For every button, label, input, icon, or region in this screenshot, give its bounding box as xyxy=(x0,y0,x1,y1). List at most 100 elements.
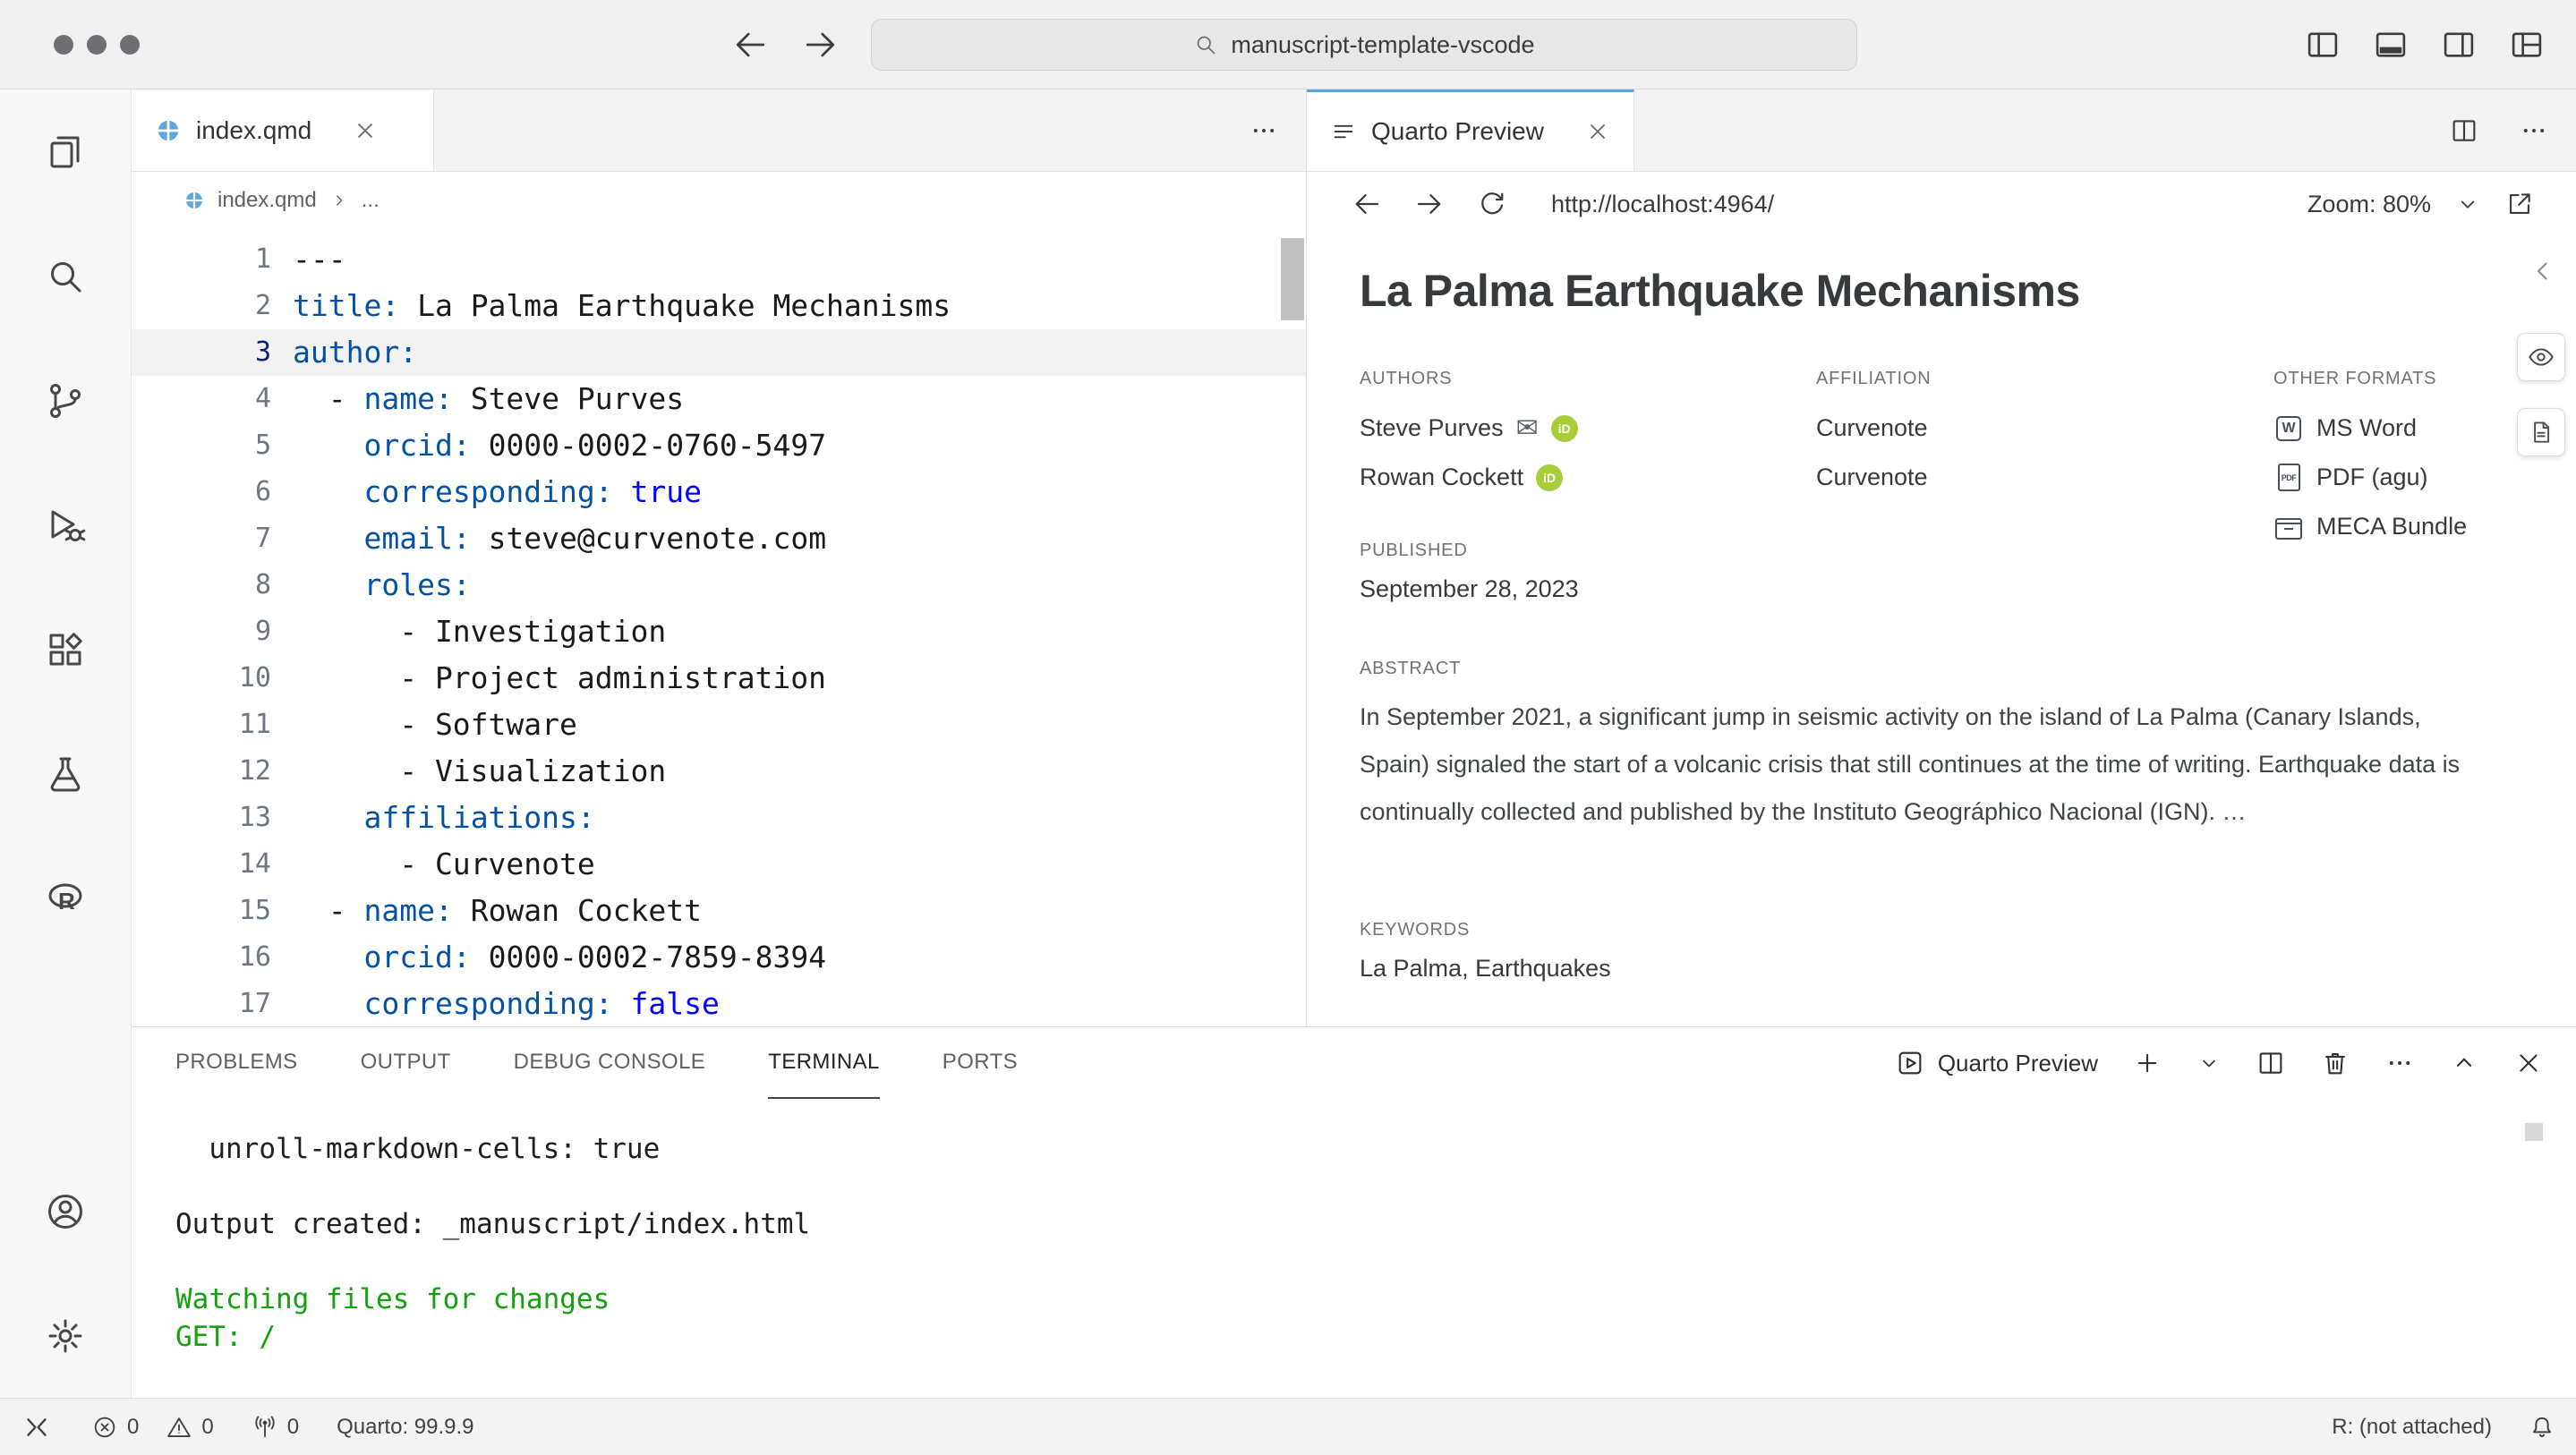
line-content: author: xyxy=(271,329,417,376)
toggle-panel-icon[interactable] xyxy=(2372,26,2410,64)
archive-icon xyxy=(2275,518,2302,540)
code-token: Steve Purves xyxy=(453,381,684,416)
more-actions-icon[interactable] xyxy=(1249,115,1279,146)
line-number: 12 xyxy=(132,748,271,795)
activity-r-language[interactable]: R xyxy=(0,836,131,960)
forward-icon[interactable] xyxy=(801,25,840,64)
more-actions-icon[interactable] xyxy=(2519,115,2549,146)
code-editor[interactable]: 1 --- 2 title: La Palma Earthquake Mecha… xyxy=(132,229,1306,1027)
open-external-icon[interactable] xyxy=(2504,189,2535,219)
line-number: 10 xyxy=(132,655,271,702)
code-token xyxy=(613,474,631,509)
format-link[interactable]: MECA Bundle xyxy=(2273,502,2540,551)
line-content: orcid: 0000-0002-7859-8394 xyxy=(271,934,826,981)
close-window-button[interactable] xyxy=(54,35,73,55)
r-language-icon: R xyxy=(44,877,87,920)
toggle-sidebar-icon[interactable] xyxy=(2304,26,2341,64)
code-line: 4 - name: Steve Purves xyxy=(132,376,1306,422)
settings-gear-icon xyxy=(44,1315,87,1357)
line-content: email: steve@curvenote.com xyxy=(271,515,826,562)
code-token xyxy=(293,800,363,835)
notifications-bell-icon[interactable] xyxy=(2528,1413,2556,1442)
preview-url[interactable]: http://localhost:4964/ xyxy=(1551,191,1774,218)
editor-scrollbar-thumb[interactable] xyxy=(1281,238,1304,320)
back-icon[interactable] xyxy=(730,25,770,64)
to-reader-view-button[interactable] xyxy=(2517,333,2565,381)
tab-index-qmd[interactable]: index.qmd xyxy=(132,89,434,171)
code-token: name: xyxy=(363,893,452,928)
extensions-icon xyxy=(44,628,87,671)
code-token: true xyxy=(631,474,702,509)
status-bar-left: 0 0 0 Quarto: 99.9.9 xyxy=(20,1410,474,1444)
line-number: 9 xyxy=(132,608,271,655)
new-terminal-icon[interactable] xyxy=(2132,1048,2162,1078)
forward-icon[interactable] xyxy=(1413,188,1446,220)
zoom-control: Zoom: 80% xyxy=(2307,189,2535,219)
back-icon[interactable] xyxy=(1351,188,1383,220)
terminal-instance[interactable]: Quarto Preview xyxy=(1895,1048,2098,1078)
problems-status[interactable]: 0 0 xyxy=(91,1414,214,1441)
orcid-icon[interactable] xyxy=(1536,464,1563,491)
toggle-secondary-sidebar-icon[interactable] xyxy=(2440,26,2478,64)
maximize-window-button[interactable] xyxy=(120,35,140,55)
activity-settings[interactable] xyxy=(0,1273,131,1398)
email-icon[interactable] xyxy=(1516,413,1539,444)
line-content: - name: Steve Purves xyxy=(271,376,684,422)
ports-status[interactable]: 0 xyxy=(252,1414,299,1441)
remote-indicator-icon[interactable] xyxy=(20,1410,54,1444)
activity-testing[interactable] xyxy=(0,711,131,836)
kill-terminal-trash-icon[interactable] xyxy=(2320,1048,2350,1078)
panel-tab[interactable]: PORTS xyxy=(943,1027,1018,1099)
close-icon xyxy=(1585,119,1610,144)
line-number: 6 xyxy=(132,469,271,515)
reload-icon[interactable] xyxy=(1476,188,1508,220)
breadcrumb: index.qmd ... xyxy=(132,172,1306,229)
minimize-window-button[interactable] xyxy=(87,35,107,55)
code-token: affiliations: xyxy=(363,800,594,835)
split-terminal-icon[interactable] xyxy=(2256,1048,2286,1078)
breadcrumb-file[interactable]: index.qmd xyxy=(218,188,317,213)
panel-tab[interactable]: PROBLEMS xyxy=(175,1027,298,1099)
activity-explorer[interactable] xyxy=(0,89,131,214)
close-panel-icon[interactable] xyxy=(2513,1048,2544,1078)
code-token: - Investigation xyxy=(293,614,666,649)
activity-extensions[interactable] xyxy=(0,587,131,711)
panel-tab[interactable]: OUTPUT xyxy=(361,1027,451,1099)
chevron-down-icon[interactable] xyxy=(2454,191,2481,217)
author-name: Steve Purves xyxy=(1360,414,1504,442)
format-link[interactable]: PDF (agu) xyxy=(2273,453,2540,502)
collapse-panel-chevron-left-icon[interactable] xyxy=(2528,256,2558,286)
quarto-version-status[interactable]: Quarto: 99.9.9 xyxy=(337,1415,473,1440)
chevron-down-icon[interactable] xyxy=(2196,1051,2222,1076)
format-link[interactable]: MS Word xyxy=(2273,404,2540,453)
panel-tab[interactable]: DEBUG CONSOLE xyxy=(514,1027,706,1099)
terminal-scrollbar-thumb[interactable] xyxy=(2525,1123,2543,1141)
activity-source-control[interactable] xyxy=(0,338,131,463)
terminal-output[interactable]: unroll-markdown-cells: trueOutput create… xyxy=(175,1130,2513,1356)
format-label: PDF (agu) xyxy=(2316,464,2428,491)
command-center-search[interactable]: manuscript-template-vscode xyxy=(871,19,1857,71)
close-tab-button[interactable] xyxy=(1585,119,1610,144)
preview-document: La Palma Earthquake Mechanisms AUTHORS S… xyxy=(1307,236,2576,1026)
customize-layout-icon[interactable] xyxy=(2508,26,2546,64)
tab-quarto-preview[interactable]: Quarto Preview xyxy=(1307,89,1634,171)
zoom-level[interactable]: Zoom: 80% xyxy=(2307,191,2431,218)
breadcrumb-more[interactable]: ... xyxy=(362,188,380,213)
activity-bar-bottom xyxy=(0,1149,131,1398)
more-actions-icon[interactable] xyxy=(2384,1048,2415,1078)
code-token: La Palma Earthquake Mechanisms xyxy=(399,288,951,323)
maximize-panel-chevron-up-icon[interactable] xyxy=(2449,1048,2479,1078)
terminal-line: unroll-markdown-cells: true xyxy=(175,1130,2513,1168)
split-editor-icon[interactable] xyxy=(2449,115,2479,146)
panel-tab[interactable]: TERMINAL xyxy=(768,1027,880,1099)
activity-accounts[interactable] xyxy=(0,1149,131,1273)
r-session-status[interactable]: R: (not attached) xyxy=(2332,1415,2492,1440)
activity-run-debug[interactable] xyxy=(0,463,131,587)
tab-label: Quarto Preview xyxy=(1371,117,1544,146)
preview-tabbar: Quarto Preview xyxy=(1307,89,2576,172)
activity-search[interactable] xyxy=(0,214,131,338)
frontmatter-columns: AUTHORS Steve Purves Rowan Cockett xyxy=(1360,369,2540,551)
notebook-view-button[interactable] xyxy=(2517,408,2565,456)
close-tab-button[interactable] xyxy=(353,118,378,143)
orcid-icon[interactable] xyxy=(1551,415,1578,442)
